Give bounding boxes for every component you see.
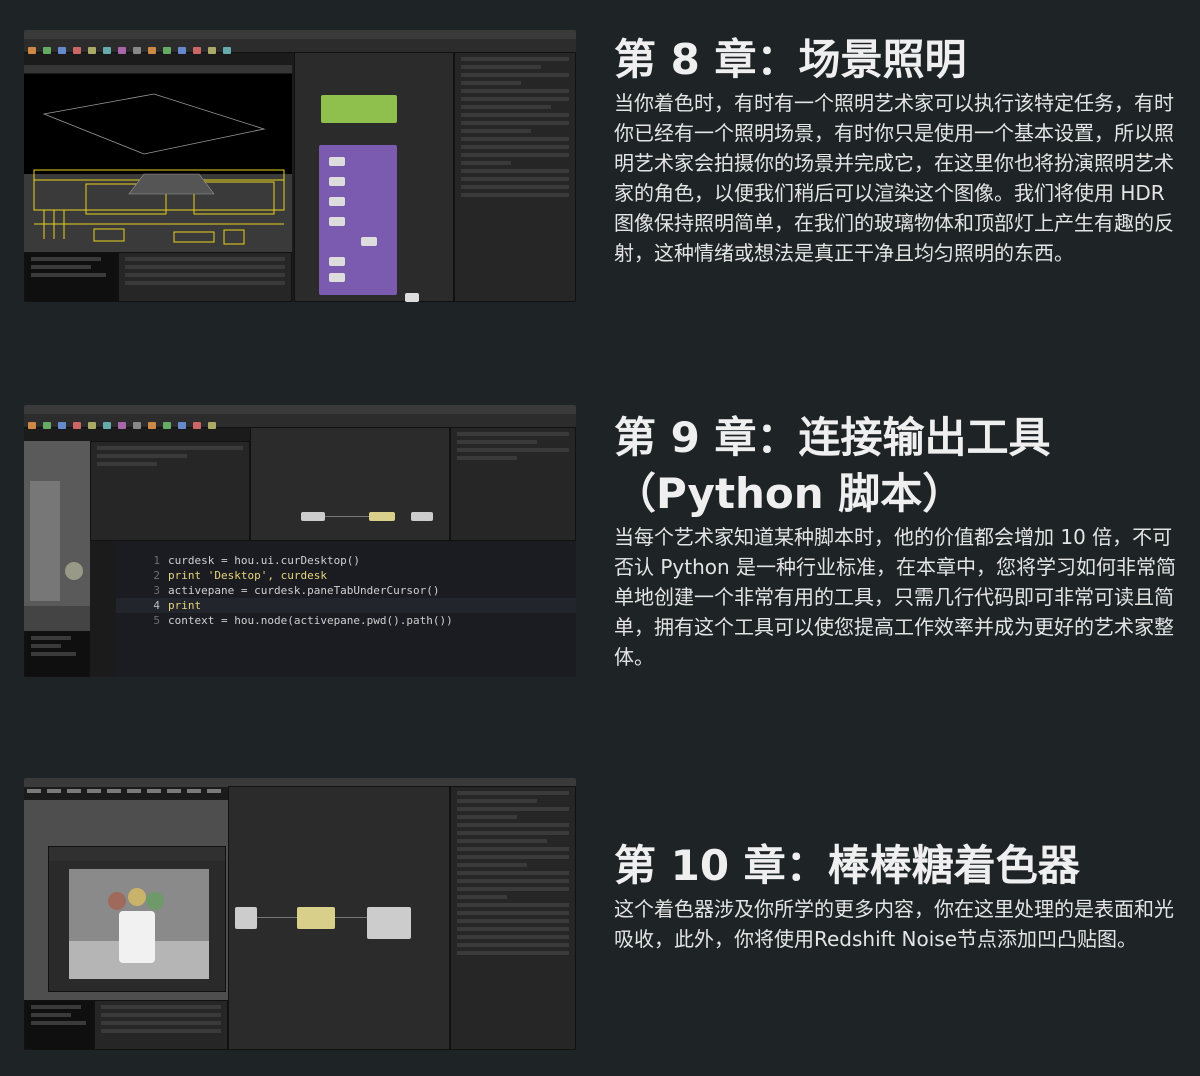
menu-bar	[24, 30, 576, 45]
node[interactable]	[235, 907, 257, 929]
line-number: 3	[153, 584, 160, 597]
code-line: 2 print 'Desktop', curdesk	[116, 568, 576, 583]
code-line: 5 context = hou.node(activepane.pwd().pat…	[116, 613, 576, 628]
code-line: 1 curdesk = hou.ui.curDesktop()	[116, 553, 576, 568]
node[interactable]	[329, 197, 345, 206]
code-text: activepane = curdesk.paneTabUnderCursor(…	[168, 584, 440, 597]
python-shell[interactable]	[24, 631, 90, 677]
node[interactable]	[361, 237, 377, 246]
node[interactable]	[329, 177, 345, 186]
chapter-subtitle: （Python 脚本）	[614, 469, 965, 518]
parameter-pane[interactable]	[450, 786, 576, 1050]
viewport-tabs	[24, 65, 292, 73]
lollipop-render	[69, 869, 209, 979]
scene-viewport	[24, 74, 292, 252]
chapter-title: 第 9 章：连接输出工具	[614, 413, 1051, 462]
chapter-8: 第 8 章：场景照明 当你着色时，有时有一个照明艺术家可以执行该特定任务，有时你…	[614, 32, 1184, 268]
code-text: print 'Desktop', curdesk	[168, 569, 327, 582]
network-editor[interactable]	[294, 52, 454, 302]
code-line-current: 4 print	[116, 598, 576, 613]
network-box-green	[321, 95, 397, 123]
chapter-title: 第 10 章：棒棒糖着色器	[614, 841, 1080, 890]
node[interactable]	[301, 512, 325, 521]
scene-viewport	[24, 800, 228, 1000]
line-number: 2	[153, 569, 160, 582]
shelf-toolbar	[24, 39, 576, 54]
line-number: 4	[153, 599, 160, 612]
python-shell[interactable]	[24, 1000, 94, 1050]
network-editor[interactable]	[228, 786, 450, 1050]
node[interactable]	[411, 512, 433, 521]
chapter-description: 当每个艺术家知道某种脚本时，他的价值都会增加 10 倍，不可否认 Python …	[614, 525, 1177, 669]
node[interactable]	[297, 907, 335, 929]
node[interactable]	[329, 273, 345, 282]
node[interactable]	[329, 157, 345, 166]
network-editor[interactable]	[250, 427, 450, 541]
node[interactable]	[329, 217, 345, 226]
code-text: curdesk = hou.ui.curDesktop()	[168, 554, 361, 567]
render-view	[48, 846, 226, 992]
node[interactable]	[329, 257, 345, 266]
chapter8-screenshot	[24, 30, 576, 302]
chapter9-screenshot: 1 curdesk = hou.ui.curDesktop() 2 print 'D…	[24, 405, 576, 677]
chapter10-screenshot	[24, 778, 576, 1050]
code-line: 3 activepane = curdesk.paneTabUnderCursor…	[116, 583, 576, 598]
node[interactable]	[405, 293, 419, 302]
parameter-pane[interactable]	[450, 427, 576, 541]
parameter-pane[interactable]	[454, 52, 576, 302]
wireframe-kitchen	[24, 93, 292, 252]
code-text: context = hou.node(activepane.pwd().path…	[168, 614, 453, 627]
chapter-description: 这个着色器涉及你所学的更多内容，你在这里处理的是表面和光吸收，此外，你将使用Re…	[614, 897, 1174, 951]
chapter-description: 当你着色时，有时有一个照明艺术家可以执行该特定任务，有时你已经有一个照明场景，有…	[614, 91, 1174, 265]
node[interactable]	[369, 512, 395, 521]
chapter-10: 第 10 章：棒棒糖着色器 这个着色器涉及你所学的更多内容，你在这里处理的是表面…	[614, 838, 1184, 954]
node[interactable]	[367, 907, 411, 939]
menu-bar	[24, 405, 576, 420]
line-number: 1	[153, 554, 160, 567]
code-text: print	[168, 599, 202, 612]
python-code-editor[interactable]: 1 curdesk = hou.ui.curDesktop() 2 print 'D…	[116, 541, 576, 677]
shelf-toolbar	[24, 414, 576, 429]
spreadsheet-pane	[94, 1000, 228, 1050]
python-shell[interactable]	[24, 252, 118, 302]
spreadsheet-pane	[118, 252, 292, 302]
chapter-title: 第 8 章：场景照明	[614, 35, 967, 84]
script-dialog[interactable]	[90, 441, 250, 541]
chapter-9: 第 9 章：连接输出工具 （Python 脚本） 当每个艺术家知道某种脚本时，他…	[614, 410, 1184, 672]
scene-viewport	[24, 441, 90, 631]
line-number: 5	[153, 614, 160, 627]
